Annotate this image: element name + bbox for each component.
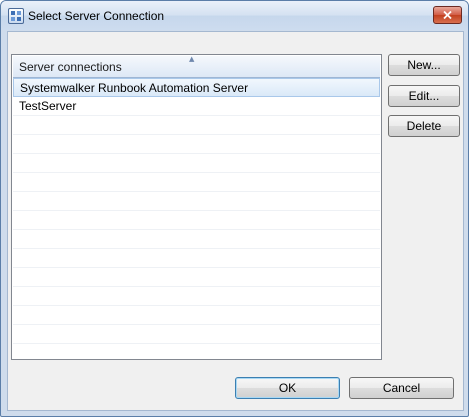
- empty-row: [13, 192, 380, 211]
- close-icon: [443, 11, 452, 19]
- sort-ascending-icon: ▲: [189, 55, 195, 63]
- ok-button[interactable]: OK: [235, 377, 340, 399]
- title-bar[interactable]: Select Server Connection: [1, 1, 468, 30]
- cancel-button[interactable]: Cancel: [349, 377, 454, 399]
- empty-row: [13, 344, 380, 359]
- empty-row: [13, 249, 380, 268]
- empty-row: [13, 325, 380, 344]
- empty-row: [13, 268, 380, 287]
- new-button[interactable]: New...: [388, 54, 460, 76]
- empty-row: [13, 135, 380, 154]
- window-title: Select Server Connection: [28, 9, 165, 23]
- dialog-body: ▲ Server connections Systemwalker Runboo…: [7, 31, 464, 411]
- dialog-window: Select Server Connection ▲ Server connec…: [0, 0, 469, 417]
- edit-button[interactable]: Edit...: [388, 85, 460, 107]
- server-connections-list[interactable]: ▲ Server connections Systemwalker Runboo…: [11, 54, 382, 360]
- empty-row: [13, 230, 380, 249]
- list-item[interactable]: Systemwalker Runbook Automation Server: [13, 78, 380, 97]
- app-window-icon[interactable]: [8, 8, 24, 24]
- column-header[interactable]: ▲ Server connections: [13, 55, 380, 78]
- column-header-label: Server connections: [19, 60, 122, 74]
- empty-row: [13, 306, 380, 325]
- close-button[interactable]: [433, 6, 462, 24]
- delete-button[interactable]: Delete: [388, 115, 460, 137]
- empty-row: [13, 173, 380, 192]
- empty-row: [13, 154, 380, 173]
- empty-row: [13, 211, 380, 230]
- empty-row: [13, 287, 380, 306]
- empty-row: [13, 116, 380, 135]
- list-item[interactable]: TestServer: [13, 97, 380, 116]
- list-rows: Systemwalker Runbook Automation Server T…: [13, 78, 380, 359]
